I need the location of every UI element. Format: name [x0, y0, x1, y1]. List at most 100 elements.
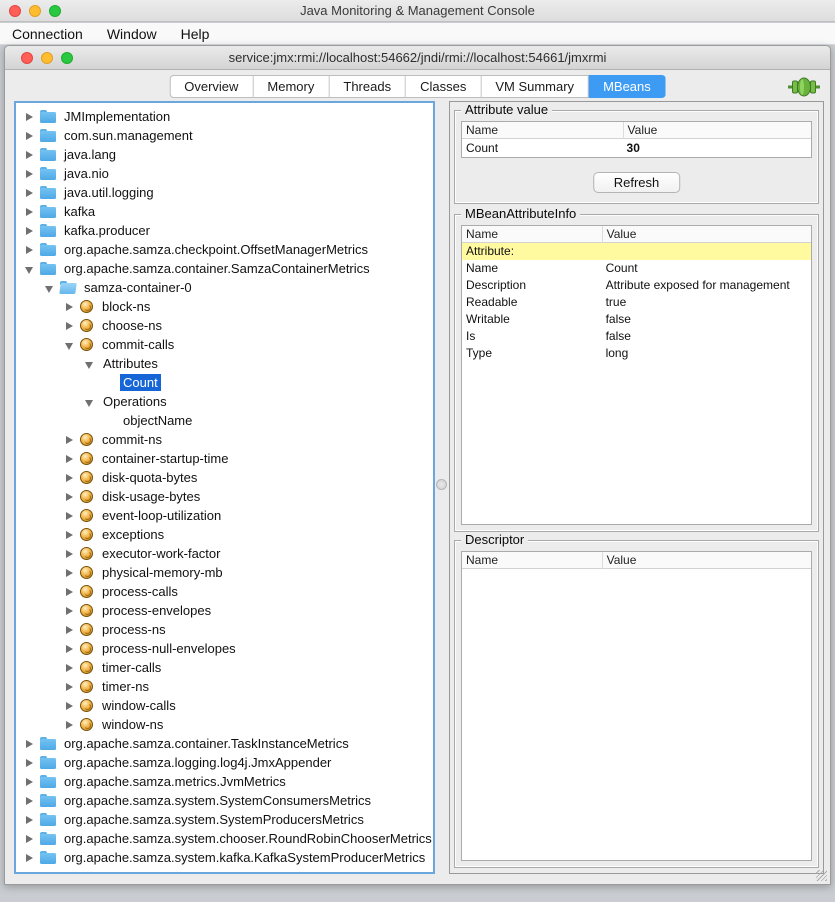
table-row[interactable]: NameCount: [462, 260, 811, 277]
expand-toggle-icon[interactable]: [64, 510, 76, 522]
tree-item-org-apache-samza-system-systemproducersmetrics[interactable]: org.apache.samza.system.SystemProducersM…: [16, 810, 433, 829]
tree-item-physical-memory-mb[interactable]: physical-memory-mb: [16, 563, 433, 582]
tree-item-commit-ns[interactable]: commit-ns: [16, 430, 433, 449]
tree-item-event-loop-utilization[interactable]: event-loop-utilization: [16, 506, 433, 525]
tab-overview[interactable]: Overview: [169, 75, 253, 98]
tree-item-executor-work-factor[interactable]: executor-work-factor: [16, 544, 433, 563]
column-header-value[interactable]: Value: [602, 226, 811, 243]
tab-classes[interactable]: Classes: [406, 75, 481, 98]
tree-item-timer-calls[interactable]: timer-calls: [16, 658, 433, 677]
menu-window[interactable]: Window: [95, 23, 169, 45]
tree-item-kafka-producer[interactable]: kafka.producer: [16, 221, 433, 240]
tree-item-java-util-logging[interactable]: java.util.logging: [16, 183, 433, 202]
expand-toggle-icon[interactable]: [64, 472, 76, 484]
column-header-value[interactable]: Value: [623, 122, 811, 139]
expand-toggle-icon[interactable]: [64, 548, 76, 560]
refresh-button[interactable]: Refresh: [593, 172, 681, 193]
expand-toggle-icon[interactable]: [24, 225, 36, 237]
column-header-name[interactable]: Name: [462, 552, 602, 569]
tree-item-disk-quota-bytes[interactable]: disk-quota-bytes: [16, 468, 433, 487]
expand-toggle-icon[interactable]: [24, 776, 36, 788]
column-header-name[interactable]: Name: [462, 226, 602, 243]
expand-toggle-icon[interactable]: [24, 738, 36, 750]
tab-vm-summary[interactable]: VM Summary: [481, 75, 589, 98]
tab-memory[interactable]: Memory: [253, 75, 329, 98]
expand-toggle-icon[interactable]: [24, 187, 36, 199]
tree-item-java-lang[interactable]: java.lang: [16, 145, 433, 164]
tree-item-org-apache-samza-system-chooser-roundrobinchoosermetrics[interactable]: org.apache.samza.system.chooser.RoundRob…: [16, 829, 433, 848]
expand-toggle-icon[interactable]: [64, 491, 76, 503]
expand-toggle-icon[interactable]: [64, 453, 76, 465]
expand-toggle-icon[interactable]: [24, 814, 36, 826]
tree-item-org-apache-samza-logging-log4j-jmxappender[interactable]: org.apache.samza.logging.log4j.JmxAppend…: [16, 753, 433, 772]
table-row[interactable]: DescriptionAttribute exposed for managem…: [462, 277, 811, 294]
tree-item-commit-calls[interactable]: commit-calls: [16, 335, 433, 354]
expand-toggle-icon[interactable]: [64, 662, 76, 674]
expand-toggle-icon[interactable]: [64, 567, 76, 579]
tree-item-com-sun-management[interactable]: com.sun.management: [16, 126, 433, 145]
expand-toggle-icon[interactable]: [64, 605, 76, 617]
expand-toggle-icon[interactable]: [24, 149, 36, 161]
expand-toggle-icon[interactable]: [64, 320, 76, 332]
expand-toggle-icon[interactable]: [24, 111, 36, 123]
column-header-value[interactable]: Value: [602, 552, 811, 569]
tree-item-process-envelopes[interactable]: process-envelopes: [16, 601, 433, 620]
tree-item-objectname[interactable]: objectName: [16, 411, 433, 430]
tree-item-exceptions[interactable]: exceptions: [16, 525, 433, 544]
collapse-toggle-icon[interactable]: [64, 339, 76, 351]
table-row[interactable]: Writablefalse: [462, 311, 811, 328]
expand-toggle-icon[interactable]: [64, 586, 76, 598]
table-row[interactable]: Readabletrue: [462, 294, 811, 311]
table-row[interactable]: Typelong: [462, 345, 811, 362]
table-row[interactable]: Attribute:: [462, 243, 811, 260]
splitter-handle[interactable]: [436, 479, 447, 490]
tree-item-attributes[interactable]: Attributes: [16, 354, 433, 373]
tree-item-timer-ns[interactable]: timer-ns: [16, 677, 433, 696]
tree-item-java-nio[interactable]: java.nio: [16, 164, 433, 183]
expand-toggle-icon[interactable]: [24, 833, 36, 845]
expand-toggle-icon[interactable]: [24, 244, 36, 256]
tree-item-samza-container-0[interactable]: samza-container-0: [16, 278, 433, 297]
tree-item-disk-usage-bytes[interactable]: disk-usage-bytes: [16, 487, 433, 506]
tree-item-choose-ns[interactable]: choose-ns: [16, 316, 433, 335]
tree-item-kafka[interactable]: kafka: [16, 202, 433, 221]
resize-grip[interactable]: [816, 870, 827, 881]
tree-item-process-calls[interactable]: process-calls: [16, 582, 433, 601]
tab-threads[interactable]: Threads: [329, 75, 406, 98]
tab-mbeans[interactable]: MBeans: [589, 75, 666, 98]
expand-toggle-icon[interactable]: [24, 795, 36, 807]
expand-toggle-icon[interactable]: [64, 719, 76, 731]
column-header-name[interactable]: Name: [462, 122, 623, 139]
expand-toggle-icon[interactable]: [64, 301, 76, 313]
expand-toggle-icon[interactable]: [64, 643, 76, 655]
table-row[interactable]: Isfalse: [462, 328, 811, 345]
expand-toggle-icon[interactable]: [24, 757, 36, 769]
tree-item-process-ns[interactable]: process-ns: [16, 620, 433, 639]
expand-toggle-icon[interactable]: [64, 700, 76, 712]
tree-item-org-apache-samza-checkpoint-offsetmanagermetrics[interactable]: org.apache.samza.checkpoint.OffsetManage…: [16, 240, 433, 259]
tree-item-process-null-envelopes[interactable]: process-null-envelopes: [16, 639, 433, 658]
menu-connection[interactable]: Connection: [0, 23, 95, 45]
tree-item-container-startup-time[interactable]: container-startup-time: [16, 449, 433, 468]
expand-toggle-icon[interactable]: [24, 168, 36, 180]
expand-toggle-icon[interactable]: [64, 624, 76, 636]
tree-item-org-apache-samza-container-samzacontainermetrics[interactable]: org.apache.samza.container.SamzaContaine…: [16, 259, 433, 278]
expand-toggle-icon[interactable]: [64, 681, 76, 693]
table-row[interactable]: Count30: [462, 139, 811, 157]
tree-item-org-apache-samza-system-kafka-kafkasystemproducermetrics[interactable]: org.apache.samza.system.kafka.KafkaSyste…: [16, 848, 433, 867]
expand-toggle-icon[interactable]: [24, 130, 36, 142]
collapse-toggle-icon[interactable]: [24, 263, 36, 275]
collapse-toggle-icon[interactable]: [84, 396, 96, 408]
tree-item-window-calls[interactable]: window-calls: [16, 696, 433, 715]
tree-item-operations[interactable]: Operations: [16, 392, 433, 411]
expand-toggle-icon[interactable]: [24, 852, 36, 864]
tree-item-org-apache-samza-system-systemconsumersmetrics[interactable]: org.apache.samza.system.SystemConsumersM…: [16, 791, 433, 810]
expand-toggle-icon[interactable]: [64, 434, 76, 446]
tree-item-org-apache-samza-metrics-jvmmetrics[interactable]: org.apache.samza.metrics.JvmMetrics: [16, 772, 433, 791]
expand-toggle-icon[interactable]: [64, 529, 76, 541]
collapse-toggle-icon[interactable]: [44, 282, 56, 294]
tree-item-window-ns[interactable]: window-ns: [16, 715, 433, 734]
tree-item-org-apache-samza-container-taskinstancemetrics[interactable]: org.apache.samza.container.TaskInstanceM…: [16, 734, 433, 753]
collapse-toggle-icon[interactable]: [84, 358, 96, 370]
menu-help[interactable]: Help: [169, 23, 222, 45]
